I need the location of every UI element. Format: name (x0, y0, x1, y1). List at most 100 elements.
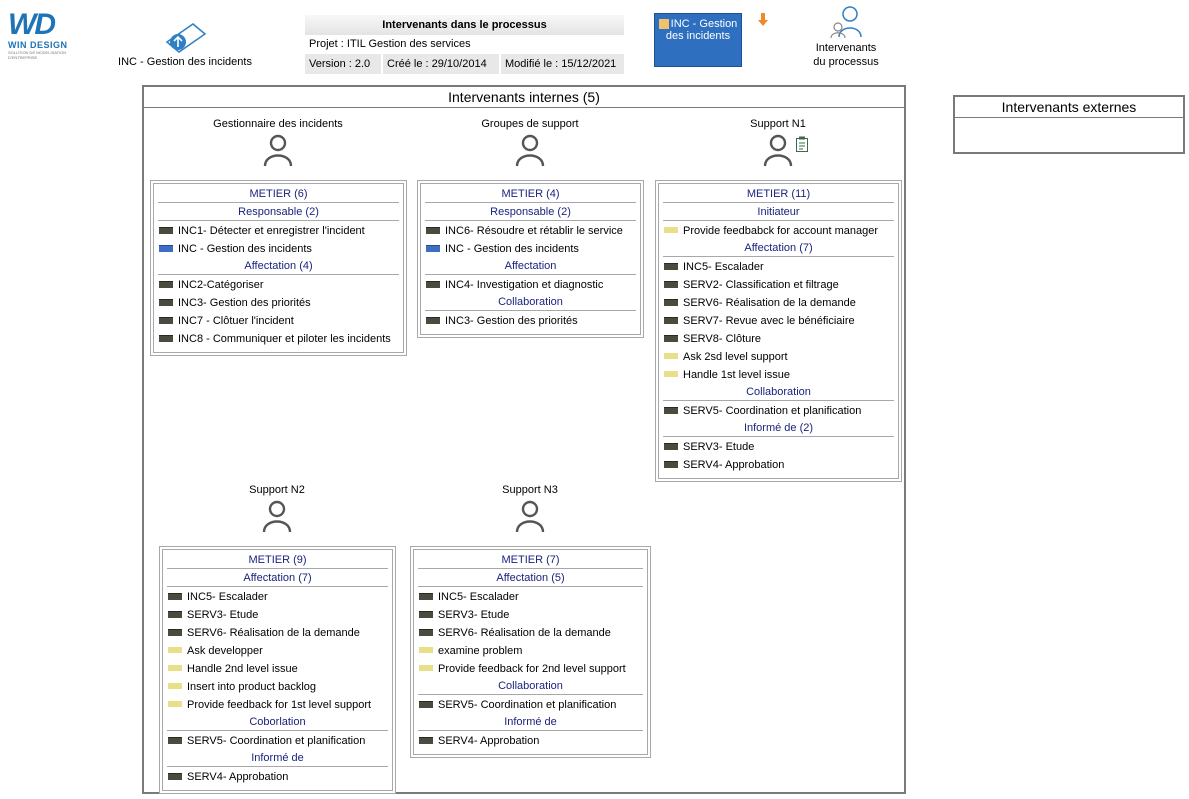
task-item[interactable]: SERV4- Approbation (663, 456, 894, 474)
task-item[interactable]: SERV4- Approbation (167, 768, 388, 786)
folder-icon (168, 701, 182, 708)
section-header: Affectation (5) (418, 570, 643, 587)
task-item[interactable]: INC - Gestion des incidents (425, 240, 636, 258)
task-label: SERV3- Etude (438, 609, 510, 621)
task-label: INC - Gestion des incidents (445, 243, 579, 255)
folder-icon (168, 647, 182, 654)
external-actors-title: Intervenants externes (955, 97, 1183, 118)
task-label: SERV8- Clôture (683, 333, 762, 345)
actor-header: Support N1 (655, 118, 901, 166)
task-item[interactable]: SERV5- Coordination et planification (418, 696, 643, 714)
task-icon (159, 316, 173, 324)
task-label: SERV4- Approbation (187, 771, 289, 783)
task-label: INC5- Escalader (438, 591, 519, 603)
inc-button-line1: INC - Gestion (670, 18, 738, 30)
task-label: INC7 - Clôtuer l'incident (178, 315, 294, 327)
task-label: SERV5- Coordination et planification (438, 699, 617, 711)
task-item[interactable]: INC2-Catégoriser (158, 276, 399, 294)
metier-header: METIER (6) (158, 186, 399, 203)
section-header: Affectation (7) (167, 570, 388, 587)
task-item[interactable]: Ask developper (167, 642, 388, 660)
task-item[interactable]: INC6- Résoudre et rétablir le service (425, 222, 636, 240)
task-label: SERV7- Revue avec le bénéficiaire (683, 315, 855, 327)
task-label: examine problem (438, 645, 523, 657)
task-item[interactable]: SERV7- Revue avec le bénéficiaire (663, 312, 894, 330)
task-label: Handle 2nd level issue (187, 663, 298, 675)
process-info-panel: Intervenants dans le processus Projet : … (305, 15, 624, 74)
task-item[interactable]: Provide feedback for 1st level support (167, 696, 388, 714)
task-icon (664, 460, 678, 468)
task-label: INC5- Escalader (683, 261, 764, 273)
task-item[interactable]: Provide feedbabck for account manager (663, 222, 894, 240)
person-icon (515, 500, 545, 532)
task-label: INC6- Résoudre et rétablir le service (445, 225, 623, 237)
task-item[interactable]: Handle 1st level issue (663, 366, 894, 384)
task-item[interactable]: Provide feedback for 2nd level support (418, 660, 643, 678)
task-label: Ask developper (187, 645, 263, 657)
actor-header: Support N3 (410, 484, 650, 532)
task-icon (159, 226, 173, 234)
task-icon (426, 280, 440, 288)
task-item[interactable]: INC5- Escalader (167, 588, 388, 606)
actor-card: METIER (9) Affectation (7) INC5- Escalad… (159, 546, 396, 794)
task-label: SERV3- Etude (187, 609, 259, 621)
task-item[interactable]: SERV5- Coordination et planification (663, 402, 894, 420)
task-label: INC8 - Communiquer et piloter les incide… (178, 333, 391, 345)
task-item[interactable]: SERV6- Réalisation de la demande (167, 624, 388, 642)
task-label: SERV5- Coordination et planification (683, 405, 862, 417)
task-item[interactable]: SERV2- Classification et filtrage (663, 276, 894, 294)
task-icon (168, 736, 182, 744)
task-item[interactable]: INC5- Escalader (663, 258, 894, 276)
task-item[interactable]: INC3- Gestion des priorités (158, 294, 399, 312)
process-link[interactable]: INC - Gestion des incidents (115, 20, 255, 68)
task-item[interactable]: INC5- Escalader (418, 588, 643, 606)
task-icon (419, 700, 433, 708)
section-header: Informé de (2) (663, 420, 894, 437)
task-label: SERV4- Approbation (683, 459, 785, 471)
person-icon (262, 500, 292, 532)
process-icon (426, 244, 440, 252)
task-item[interactable]: INC7 - Clôtuer l'incident (158, 312, 399, 330)
task-label: SERV4- Approbation (438, 735, 540, 747)
task-item[interactable]: SERV5- Coordination et planification (167, 732, 388, 750)
task-item[interactable]: INC3- Gestion des priorités (425, 312, 636, 330)
task-icon (419, 628, 433, 636)
task-item[interactable]: SERV3- Etude (418, 606, 643, 624)
task-icon (419, 592, 433, 600)
task-item[interactable]: SERV3- Etude (663, 438, 894, 456)
inc-process-button[interactable]: INC - Gestion des incidents (654, 13, 742, 67)
info-title: Intervenants dans le processus (305, 15, 624, 35)
task-label: INC3- Gestion des priorités (445, 315, 578, 327)
actors-link[interactable]: Intervenants du processus (806, 5, 886, 69)
section-header: Collaboration (418, 678, 643, 695)
section-header: Collaboration (663, 384, 894, 401)
download-arrow-icon[interactable] (757, 13, 769, 27)
clipboard-icon[interactable] (795, 136, 809, 152)
task-icon (664, 262, 678, 270)
task-item[interactable]: INC8 - Communiquer et piloter les incide… (158, 330, 399, 348)
task-item[interactable]: INC1- Détecter et enregistrer l'incident (158, 222, 399, 240)
task-item[interactable]: examine problem (418, 642, 643, 660)
folder-icon (168, 683, 182, 690)
task-item[interactable]: Insert into product backlog (167, 678, 388, 696)
task-icon (168, 592, 182, 600)
process-icon (165, 23, 207, 53)
task-item[interactable]: SERV3- Etude (167, 606, 388, 624)
task-icon (419, 610, 433, 618)
task-icon (168, 628, 182, 636)
task-label: SERV6- Réalisation de la demande (438, 627, 611, 639)
task-item[interactable]: INC4- Investigation et diagnostic (425, 276, 636, 294)
task-label: INC3- Gestion des priorités (178, 297, 311, 309)
task-item[interactable]: Handle 2nd level issue (167, 660, 388, 678)
task-item[interactable]: INC - Gestion des incidents (158, 240, 399, 258)
info-meta-row: Version : 2.0 Créé le : 29/10/2014 Modif… (305, 54, 624, 74)
task-label: SERV5- Coordination et planification (187, 735, 366, 747)
actors-label-line2: du processus (813, 56, 879, 68)
task-item[interactable]: SERV4- Approbation (418, 732, 643, 750)
task-item[interactable]: SERV8- Clôture (663, 330, 894, 348)
task-item[interactable]: SERV6- Réalisation de la demande (663, 294, 894, 312)
task-item[interactable]: SERV6- Réalisation de la demande (418, 624, 643, 642)
task-icon (664, 334, 678, 342)
task-item[interactable]: Ask 2sd level support (663, 348, 894, 366)
task-label: INC2-Catégoriser (178, 279, 264, 291)
